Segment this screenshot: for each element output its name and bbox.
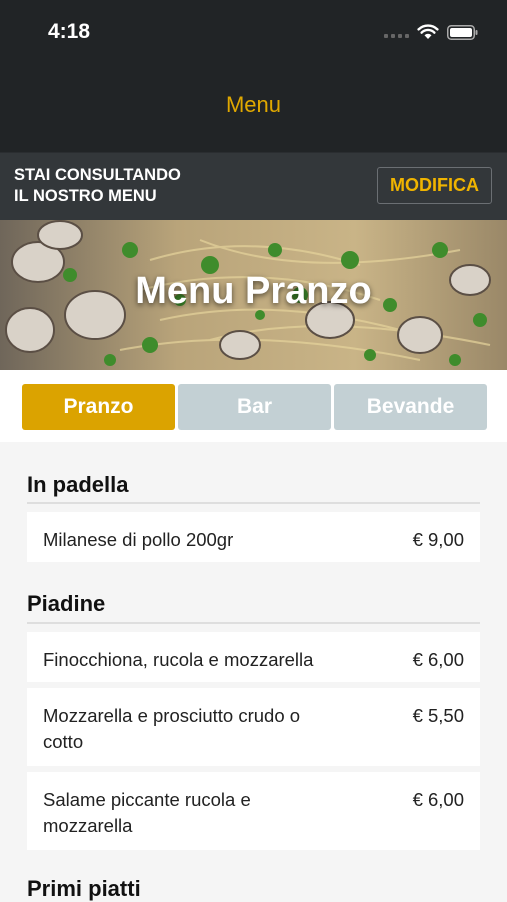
- item-name: Mozzarella e prosciutto crudo o cotto: [43, 705, 301, 752]
- menu-banner: STAI CONSULTANDO IL NOSTRO MENU MODIFICA: [0, 152, 507, 221]
- tab-bar[interactable]: Bar: [178, 384, 331, 430]
- item-name: Finocchiona, rucola e mozzarella: [43, 649, 314, 670]
- cellular-signal-icon: [384, 26, 409, 38]
- menu-content: In padella Milanese di pollo 200gr € 9,0…: [0, 442, 507, 901]
- status-time: 4:18: [48, 20, 91, 43]
- section-divider: [27, 502, 480, 504]
- menu-tabs: Pranzo Bar Bevande: [0, 370, 507, 442]
- section-divider: [27, 622, 480, 624]
- item-price: € 6,00: [412, 649, 464, 670]
- tab-bevande[interactable]: Bevande: [334, 384, 487, 430]
- hero-image: Menu Pranzo: [0, 220, 507, 370]
- item-name: Salame piccante rucola e mozzarella: [43, 789, 251, 836]
- item-price: € 9,00: [412, 529, 464, 550]
- modify-button[interactable]: MODIFICA: [377, 167, 492, 204]
- banner-line-1: STAI CONSULTANDO: [14, 166, 181, 184]
- banner-text: STAI CONSULTANDO IL NOSTRO MENU: [14, 165, 254, 207]
- item-name: Milanese di pollo 200gr: [43, 529, 234, 550]
- hero-title: Menu Pranzo: [135, 270, 372, 312]
- tab-pranzo[interactable]: Pranzo: [22, 384, 175, 430]
- status-bar: 4:18: [0, 0, 507, 64]
- menu-item[interactable]: Milanese di pollo 200gr € 9,00: [27, 512, 480, 562]
- menu-item[interactable]: Mozzarella e prosciutto crudo o cotto € …: [27, 688, 480, 766]
- menu-item[interactable]: Finocchiona, rucola e mozzarella € 6,00: [27, 632, 480, 682]
- banner-line-2: IL NOSTRO MENU: [14, 187, 157, 205]
- status-icons: [384, 24, 479, 40]
- section-title-primi-piatti: Primi piatti: [27, 876, 141, 901]
- battery-icon: [447, 24, 478, 40]
- menu-item[interactable]: Salame piccante rucola e mozzarella € 6,…: [27, 772, 480, 850]
- navigation-bar: Menu: [0, 64, 507, 152]
- item-price: € 6,00: [412, 789, 464, 810]
- item-price: € 5,50: [412, 705, 464, 726]
- section-title-in-padella: In padella: [27, 472, 129, 497]
- wifi-icon: [417, 24, 439, 39]
- section-title-piadine: Piadine: [27, 591, 106, 616]
- nav-title: Menu: [225, 92, 282, 117]
